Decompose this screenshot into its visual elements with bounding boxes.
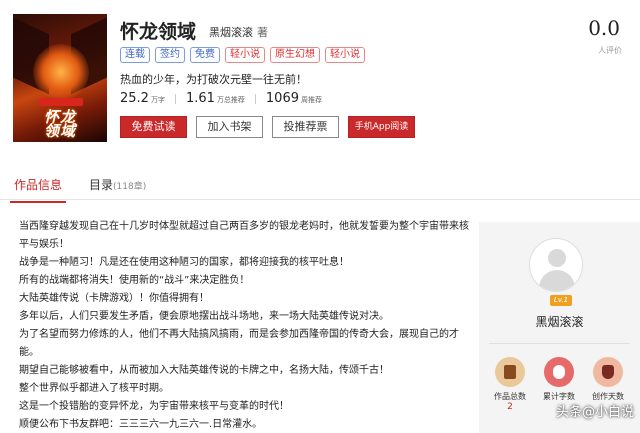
tab-bar: 作品信息 目录(118章) <box>0 168 640 203</box>
tab-work-info[interactable]: 作品信息 <box>9 176 67 203</box>
tag-original-fantasy[interactable]: 原生幻想 <box>270 47 320 63</box>
stat-value: 2 <box>507 402 513 412</box>
tag-light-novel-2[interactable]: 轻小说 <box>325 47 365 63</box>
description-paragraph: 这是一个投错胎的变异怀龙，为宇宙带来核平与变革的时代！ <box>19 401 289 412</box>
cover-title-line-2: 领域 <box>43 122 76 140</box>
stat-label: 作品总数 <box>494 392 526 401</box>
description-paragraph: 多年以后，人们只要发生矛盾，便会原地摆出战斗场地，来一场大陆英雄传说对决。 <box>19 311 389 322</box>
book-cover[interactable]: 怀龙 领域 <box>13 14 107 142</box>
description-paragraph: 当西隆穿越发现自己在十几岁时体型就超过自己两百多岁的银龙老妈时，他就发誓要为整个… <box>19 221 469 250</box>
description-paragraph: 大陆英雄传说（卡牌游戏）！你值得拥有！ <box>19 293 209 304</box>
description-paragraph: 顺便公布下书友群吧：三三三六一九三六一.日常灌水。 <box>19 419 263 430</box>
description-paragraph: 整个世界似乎都进入了核平时期。 <box>19 383 169 394</box>
author-role: 著 <box>257 26 268 39</box>
stat-unit: 万总推荐 <box>216 96 245 104</box>
tab-label: 目录 <box>89 178 114 192</box>
description-paragraph: 所有的战端都将消失！使用新的“战斗”来决定胜负！ <box>19 275 250 286</box>
total-recommend: 1.61 万总推荐 <box>186 91 245 106</box>
divider <box>174 93 176 104</box>
divider <box>489 343 630 344</box>
author-stat-words: 累计字数 <box>542 357 576 402</box>
description-paragraph: 期望自己能够被看中，从而被加入大陆英雄传说的卡牌之中，名扬大陆，传颂千古！ <box>19 365 389 376</box>
avatar[interactable] <box>529 238 583 292</box>
weekly-recommend: 1069 周推荐 <box>266 91 322 106</box>
tag-list: 连载 签约 免费 轻小说 原生幻想 轻小说 <box>120 47 365 63</box>
stat-unit: 万字 <box>150 96 165 104</box>
rating-score: 0.0 <box>588 16 620 40</box>
author-stat-days: 创作天数 <box>591 357 625 402</box>
author-name[interactable]: 黑烟滚滚 <box>479 313 640 330</box>
level-badge: Lv.1 <box>550 295 572 306</box>
stat-number: 1069 <box>265 91 299 106</box>
free-read-button[interactable]: 免费试读 <box>120 116 187 138</box>
avatar-body <box>539 270 575 291</box>
divider <box>254 93 256 104</box>
tag-signed[interactable]: 签约 <box>155 47 185 63</box>
description-paragraph: 为了名望而努力修炼的人，他们不再大陆搞风搞雨，而是会参加西隆帝国的传奇大会，展现… <box>19 329 459 358</box>
author-stat-works: 作品总数 2 <box>493 357 527 412</box>
watermark: 头条@小白说 <box>555 405 634 420</box>
cup-icon <box>593 357 623 387</box>
book-author: 黑烟滚滚著 <box>209 24 268 40</box>
pen-icon <box>544 357 574 387</box>
book-stats: 25.2 万字 1.61 万总推荐 1069 周推荐 <box>120 91 328 106</box>
author-link[interactable]: 黑烟滚滚 <box>209 26 253 39</box>
avatar-head <box>548 249 566 267</box>
book-icon <box>495 357 525 387</box>
action-buttons: 免费试读 加入书架 投推荐票 手机App阅读 <box>120 116 415 138</box>
tab-table-of-contents[interactable]: 目录(118章) <box>89 176 146 193</box>
chapter-count: (118章) <box>113 182 147 192</box>
cover-art-dragon <box>33 44 89 100</box>
word-count: 25.2 万字 <box>120 91 165 106</box>
tag-free[interactable]: 免费 <box>190 47 220 63</box>
stat-number: 1.61 <box>185 91 215 106</box>
stat-number: 25.2 <box>120 91 149 106</box>
book-description: 当西隆穿越发现自己在十几岁时体型就超过自己两百多岁的银龙老妈时，他就发誓要为整个… <box>0 218 470 433</box>
tag-serializing[interactable]: 连载 <box>120 47 150 63</box>
tag-light-novel[interactable]: 轻小说 <box>225 47 265 63</box>
book-intro: 热血的少年，为打破次元壁一往无前！ <box>120 73 307 86</box>
vote-recommend-button[interactable]: 投推荐票 <box>272 116 339 138</box>
rating-count-label: 人评价 <box>598 46 622 55</box>
app-read-button[interactable]: 手机App阅读 <box>348 116 415 138</box>
cover-badge <box>39 98 83 106</box>
add-to-shelf-button[interactable]: 加入书架 <box>196 116 263 138</box>
book-title: 怀龙领域 <box>120 21 197 43</box>
description-paragraph: 战争是一种陋习！凡是还在使用这种陋习的国家，都将迎接我的核平吐息！ <box>19 257 349 268</box>
stat-unit: 周推荐 <box>301 96 322 104</box>
